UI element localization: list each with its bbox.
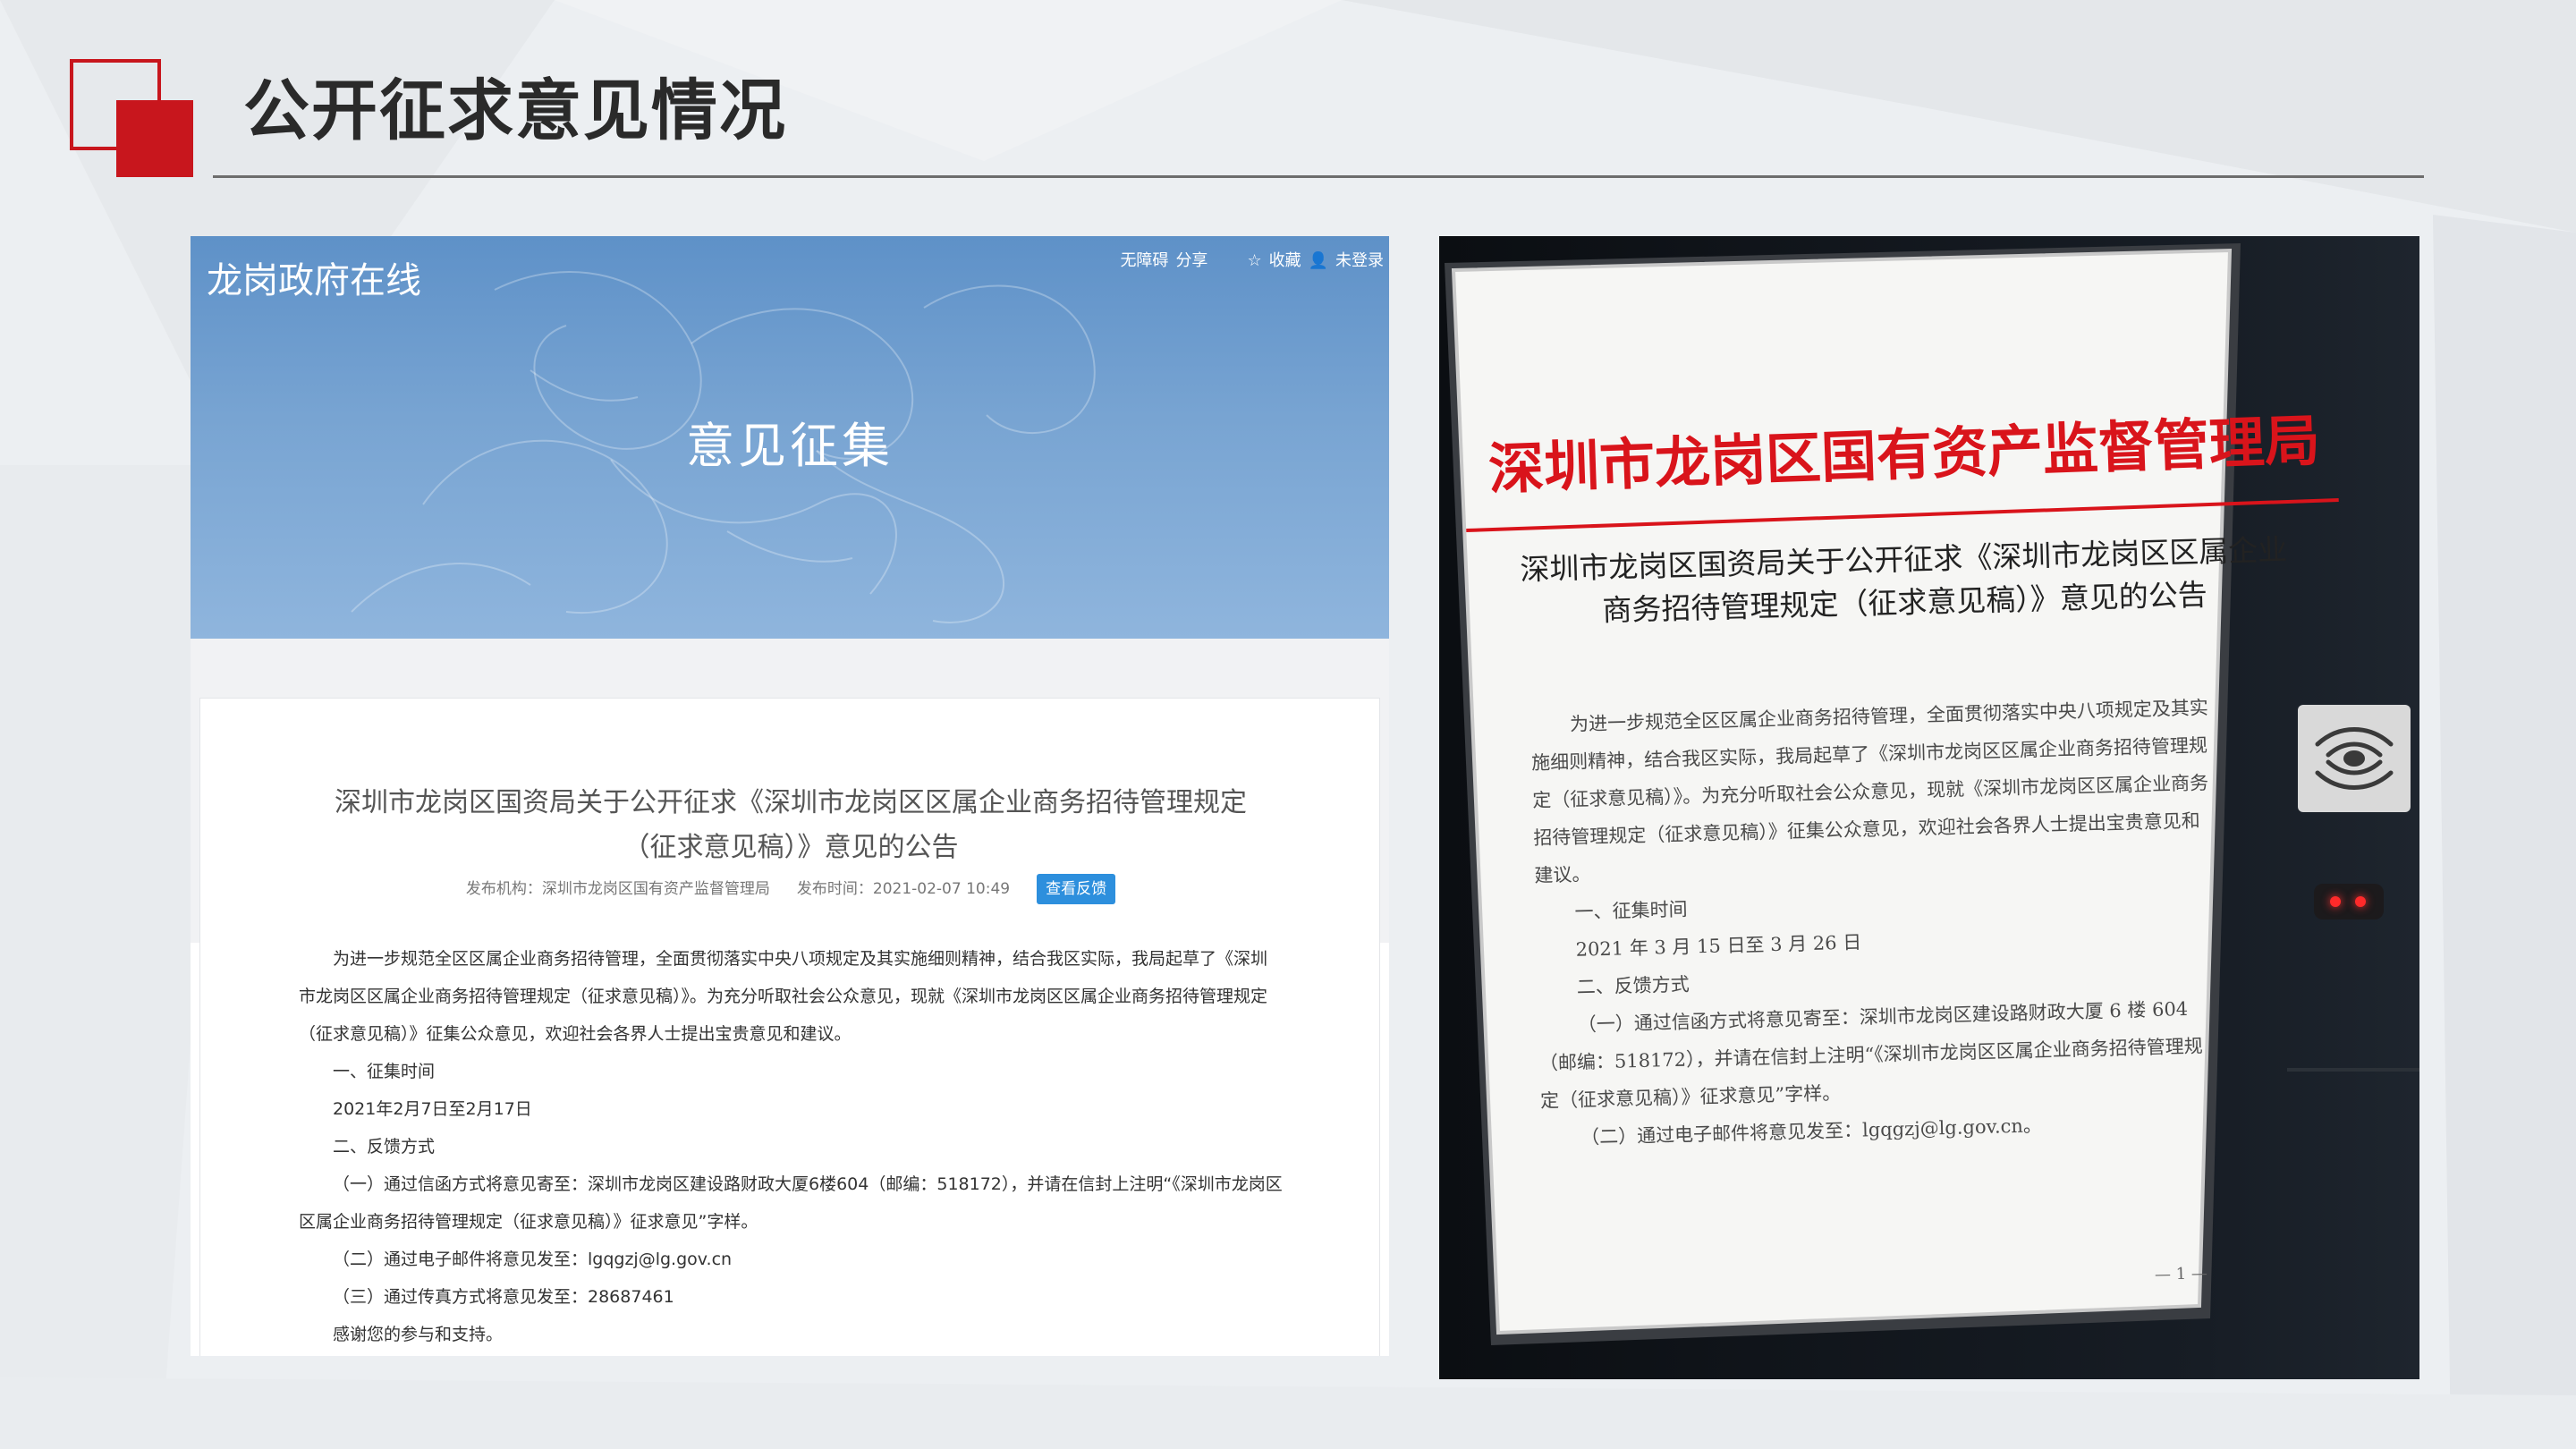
notice-page-number: — 1 — (2154, 1264, 2208, 1284)
publish-time: 发布时间：2021-02-07 10:49 (796, 880, 1011, 898)
login-link[interactable]: 未登录 (1335, 249, 1384, 274)
article-paragraph: 2021年2月7日至2月17日 (333, 1099, 532, 1119)
notice-document: 深圳市龙岗区国有资产监督管理局 深圳市龙岗区国资局关于公开征求《深圳市龙岗区区属… (1457, 254, 2351, 1345)
star-icon: ☆ (1247, 251, 1262, 270)
article-paragraph: （一）通过信函方式将意见寄至：深圳市龙岗区建设路财政大厦6楼604（邮编：518… (299, 1174, 1283, 1232)
article-meta: 发布机构：深圳市龙岗区国有资产监督管理局 发布时间：2021-02-07 10:… (200, 874, 1381, 904)
article-paragraph: （三）通过传真方式将意见发至：28687461 (333, 1287, 674, 1307)
article-paragraph: （二）通过电子邮件将意见发至：lgqgzj@lg.gov.cn (333, 1250, 733, 1269)
website-screenshot: 龙岗政府在线 无障碍 分享 ☆ 收藏 👤 未登录 意见征集 深圳市龙岗区国资局关… (191, 236, 1389, 1356)
wireless-sensor-plate (2298, 705, 2411, 812)
article-paragraph: 一、征集时间 (333, 1062, 436, 1081)
article-body: 为进一步规范全区区属企业商务招待管理，全面贯彻落实中央八项规定及其实施细则精神，… (299, 940, 1283, 1353)
red-indicator-sensor (2314, 884, 2384, 919)
share-link[interactable]: 分享 (1175, 249, 1208, 274)
article-paragraph: 为进一步规范全区区属企业商务招待管理，全面贯彻落实中央八项规定及其实施细则精神，… (299, 949, 1268, 1044)
notice-paragraph: （一）通过信函方式将意见寄至：深圳市龙岗区建设路财政大厦 6 楼 604（邮编：… (1538, 997, 2203, 1112)
view-feedback-button[interactable]: 查看反馈 (1037, 874, 1116, 904)
publisher: 发布机构：深圳市龙岗区国有资产监督管理局 (465, 880, 770, 898)
notice-body: 为进一步规范全区区属企业商务招待管理，全面贯彻落实中央八项规定及其实施细则精神，… (1530, 689, 2222, 1157)
article-paragraph: 感谢您的参与和支持。 (333, 1325, 504, 1344)
notice-organization: 深圳市龙岗区国有资产监督管理局 (1487, 407, 2321, 503)
user-icon: 👤 (1308, 251, 1328, 270)
red-led (2330, 896, 2341, 907)
wireless-icon (2315, 727, 2394, 790)
red-led (2355, 896, 2366, 907)
notice-photo: 深圳市龙岗区国有资产监督管理局 深圳市龙岗区国资局关于公开征求《深圳市龙岗区区属… (1439, 236, 2419, 1379)
top-links: 无障碍 分享 ☆ 收藏 👤 未登录 (1120, 249, 1384, 274)
banner-title: 意见征集 (686, 418, 894, 474)
slide-title: 公开征求意见情况 (243, 72, 787, 149)
website-banner: 龙岗政府在线 无障碍 分享 ☆ 收藏 👤 未登录 意见征集 (191, 236, 1389, 639)
favorite-link[interactable]: 收藏 (1269, 249, 1301, 274)
article-card: 深圳市龙岗区国资局关于公开征求《深圳市龙岗区区属企业商务招待管理规定 （征求意见… (199, 698, 1380, 1356)
notice-paragraph: 为进一步规范全区区属企业商务招待管理，全面贯彻落实中央八项规定及其实施细则精神，… (1530, 697, 2209, 886)
title-logo-square (116, 100, 193, 177)
accessibility-link[interactable]: 无障碍 (1120, 249, 1168, 274)
notice-title: 深圳市龙岗区国资局关于公开征求《深圳市龙岗区区属企业商务招待管理规定（征求意见稿… (1519, 531, 2288, 628)
wall-rail (2287, 1068, 2419, 1072)
article-paragraph: 二、反馈方式 (333, 1137, 436, 1157)
title-divider (213, 175, 2424, 178)
site-name: 龙岗政府在线 (207, 260, 421, 301)
article-title: 深圳市龙岗区国资局关于公开征求《深圳市龙岗区区属企业商务招待管理规定 （征求意见… (335, 787, 1247, 863)
